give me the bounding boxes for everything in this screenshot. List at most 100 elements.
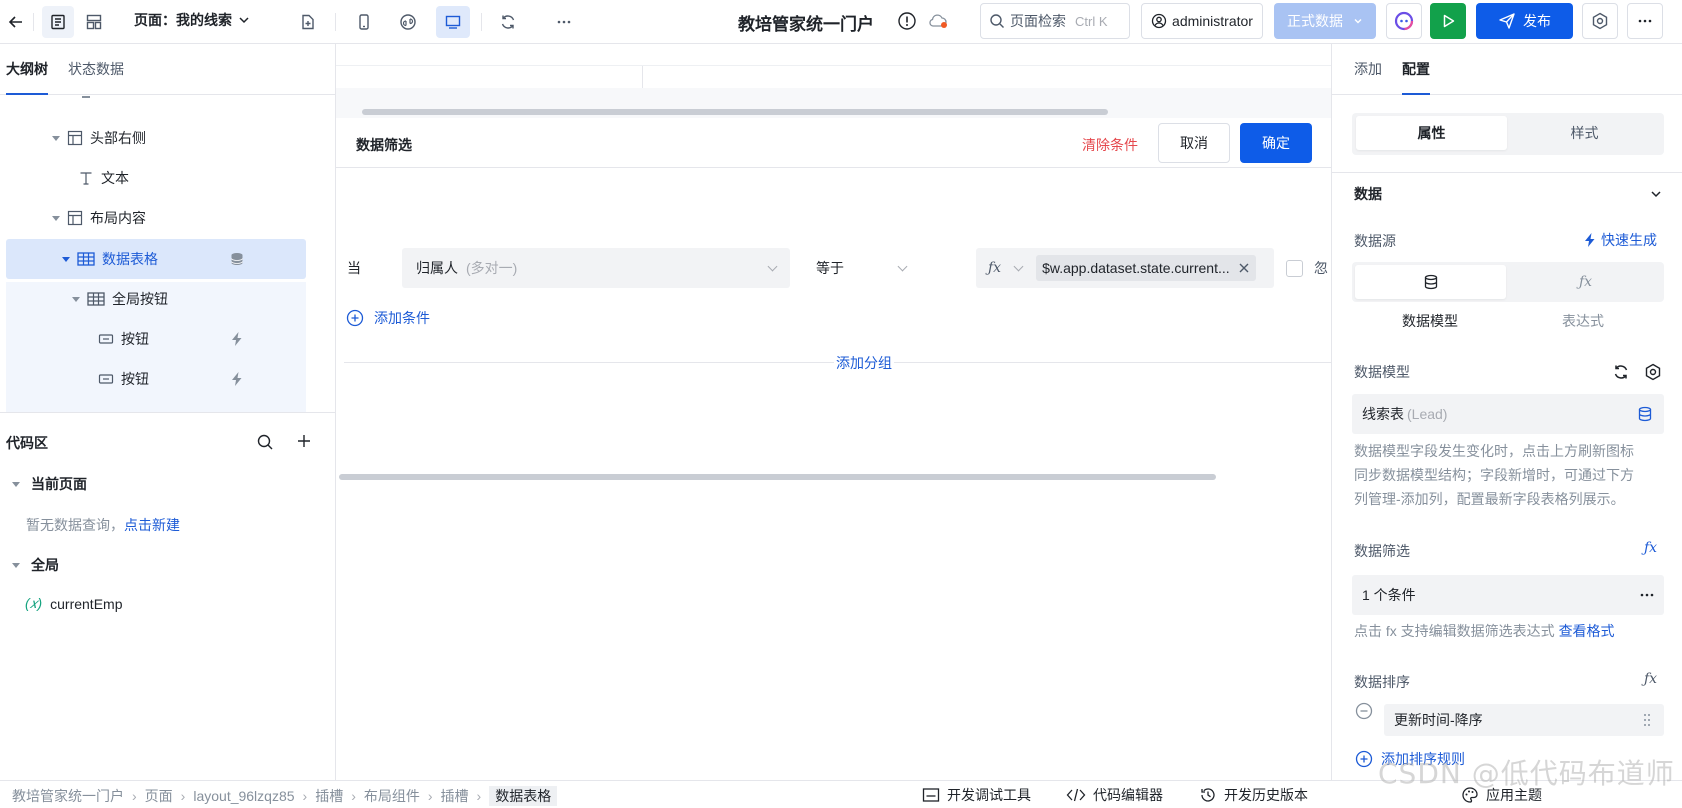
ds-model-option[interactable] [1355,265,1506,299]
minus-circle-icon[interactable] [1355,702,1373,720]
cloud-status-icon[interactable] [927,11,949,31]
seg-style[interactable]: 样式 [1509,116,1660,150]
clear-conditions-button[interactable]: 清除条件 [1082,135,1138,155]
divider [33,13,34,31]
value-input[interactable]: ƒx $w.app.dataset.state.current... [976,248,1274,288]
fx-icon: ƒx [1578,274,1593,290]
drag-handle-icon[interactable] [1642,712,1652,728]
more-menu-button[interactable] [1627,3,1663,39]
fx-icon[interactable]: ƒx [988,260,1001,276]
operator-value: 等于 [816,260,844,276]
user-button[interactable]: administrator [1141,3,1263,39]
breadcrumb-item[interactable]: 教培管家统一门户 [12,786,124,806]
global-variable-item[interactable]: (𝑥) currentEmp [25,595,122,612]
breadcrumb-item[interactable]: 插槽 [315,786,343,806]
desktop-view-icon[interactable] [436,6,470,38]
caret-down-icon[interactable] [62,256,70,262]
add-group-button[interactable]: 添加分组 [834,353,894,373]
model-select[interactable]: 线索表 (Lead) [1352,394,1664,434]
code-editor-label: 代码编辑器 [1093,787,1163,803]
tree-node[interactable]: 按钮 [98,359,149,399]
gear-icon[interactable] [1644,363,1662,381]
preview-run-button[interactable] [1430,3,1466,39]
tree-node[interactable]: 按钮 [98,319,149,359]
close-icon[interactable] [1238,262,1250,274]
seg-property[interactable]: 属性 [1356,116,1507,150]
layout-grid-icon[interactable] [78,6,110,38]
datasource-icon[interactable] [229,251,245,267]
operator-select[interactable]: 等于 [802,248,926,288]
quick-generate-button[interactable]: 快速生成 [1583,230,1657,250]
caret-down-icon[interactable] [12,562,20,568]
caret-down-icon[interactable] [72,296,80,302]
more-icon[interactable] [1638,586,1656,604]
chevron-down-icon[interactable] [1650,188,1662,200]
fx-icon[interactable]: ƒx [1644,671,1657,687]
tree-node-label: 布局内容 [90,210,146,226]
view-format-link[interactable]: 查看格式 [1559,623,1615,639]
breadcrumb-item[interactable]: layout_96lzqz85 [193,788,294,804]
ds-expression-option[interactable]: ƒx [1510,265,1661,299]
breadcrumb-item[interactable]: 插槽 [441,786,469,806]
event-bolt-icon[interactable] [229,331,245,347]
tab-outline-tree[interactable]: 大纲树 [6,44,48,95]
canvas-area: 数据筛选 清除条件 取消 确定 当 归属人 (多对一) 等于 ƒx $w.app… [336,44,1331,780]
breadcrumb-item-current[interactable]: 数据表格 [489,786,558,806]
cancel-button[interactable]: 取消 [1158,123,1230,163]
horizontal-scrollbar[interactable] [362,109,1108,115]
info-icon[interactable] [897,11,917,31]
breadcrumb: 教培管家统一门户 › 页面 › layout_96lzqz85 › 插槽 › 布局组件 ›… [12,786,558,806]
caret-down-icon[interactable] [12,481,20,487]
page-selector[interactable]: 页面：我的线索 [134,10,250,30]
tab-state-data[interactable]: 状态数据 [68,44,124,95]
filter-value: 1 个条件 [1362,587,1416,603]
env-selector[interactable]: 正式数据 [1274,3,1376,39]
field-select[interactable]: 归属人 (多对一) [402,248,790,288]
confirm-button[interactable]: 确定 [1240,123,1312,163]
sort-rule-field[interactable]: 更新时间-降序 [1384,704,1664,736]
button-icon [98,374,114,384]
search-icon[interactable] [256,433,274,451]
tree-node[interactable]: 布局内容 [52,198,146,238]
publish-button[interactable]: 发布 [1476,3,1573,39]
back-arrow-icon[interactable] [0,6,32,38]
plus-circle-icon [1355,750,1373,768]
settings-button[interactable] [1582,3,1618,39]
event-bolt-icon[interactable] [229,371,245,387]
devtools-button[interactable]: 开发调试工具 [922,785,1031,805]
page-search[interactable]: 页面检索 Ctrl K [980,3,1130,39]
refresh-icon[interactable] [492,6,524,38]
mobile-view-icon[interactable] [348,6,380,38]
miniprogram-view-icon[interactable] [392,6,424,38]
history-button[interactable]: 开发历史版本 [1199,785,1308,805]
refresh-icon[interactable] [1612,363,1630,381]
tree-node[interactable]: 头部右侧 [52,118,146,158]
tree-node[interactable]: 全局按钮 [72,279,168,319]
add-condition-button[interactable]: 添加条件 [346,308,430,328]
ai-assistant-button[interactable] [1386,3,1422,39]
divider [335,13,336,31]
tree-node-selected[interactable]: 数据表格 [62,239,158,279]
filter-field[interactable]: 1 个条件 [1352,575,1664,615]
page-list-icon[interactable] [42,6,74,38]
fx-icon[interactable]: ƒx [1644,540,1657,556]
ignore-checkbox[interactable] [1286,260,1303,277]
caret-down-icon[interactable] [52,135,60,141]
tree-node[interactable]: 文本 [78,158,129,198]
breadcrumb-item[interactable]: 页面 [145,786,173,806]
caret-down-icon[interactable] [52,215,60,221]
tab-add[interactable]: 添加 [1354,44,1382,95]
plus-icon[interactable] [296,433,312,449]
breadcrumb-item[interactable]: 布局组件 [364,786,420,806]
table-icon [87,292,105,306]
more-icon[interactable] [548,6,580,38]
create-query-link[interactable]: 点击新建 [124,517,180,533]
global-section[interactable]: 全局 [12,555,59,575]
code-editor-button[interactable]: 代码编辑器 [1066,785,1163,805]
tab-config[interactable]: 配置 [1402,44,1430,95]
horizontal-scrollbar[interactable] [339,474,1216,480]
current-page-section[interactable]: 当前页面 [12,474,87,494]
chevron-down-icon[interactable] [1013,261,1024,271]
add-page-icon[interactable] [292,6,324,38]
more-icon [1638,19,1652,23]
